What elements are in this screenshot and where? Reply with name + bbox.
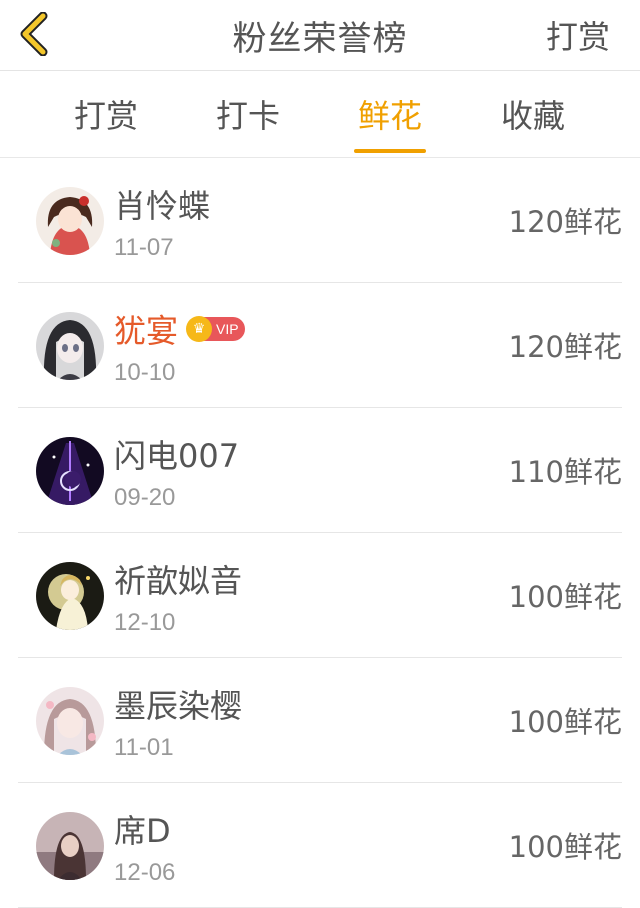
user-name[interactable]: 祈歆姒音	[114, 556, 242, 602]
date-label: 12-10	[114, 609, 176, 636]
flower-count: 100鲜花	[508, 580, 622, 614]
vip-badge: ♛ VIP	[186, 316, 245, 342]
top-bar: 粉丝荣誉榜 打赏	[0, 0, 640, 71]
list-item[interactable]: 犹宴 ♛ VIP 10-10 120鲜花	[18, 283, 622, 408]
flower-count: 100鲜花	[508, 830, 622, 864]
tab-favorites[interactable]: 收藏	[473, 71, 593, 157]
user-name[interactable]: 席D	[114, 806, 171, 852]
date-label: 10-10	[114, 359, 176, 386]
anime-girl-dark-hair-avatar[interactable]	[36, 312, 104, 380]
date-label: 11-07	[114, 234, 174, 261]
anime-light-avatar[interactable]	[36, 562, 104, 630]
tab-flowers[interactable]: 鲜花	[330, 71, 450, 157]
anime-girl-red-avatar[interactable]	[36, 187, 104, 255]
list-item[interactable]: 墨辰染樱 11-01 100鲜花	[18, 658, 622, 783]
crown-icon: ♛	[186, 316, 213, 342]
anime-girl-pink-avatar[interactable]	[36, 687, 104, 755]
list-item[interactable]: 闪电007 09-20 110鲜花	[18, 408, 622, 533]
tab-checkin[interactable]: 打卡	[188, 71, 308, 157]
date-label: 12-06	[114, 859, 176, 886]
user-name[interactable]: 闪电007	[114, 431, 239, 477]
list-item[interactable]: 祈歆姒音 12-10 100鲜花	[18, 533, 622, 658]
list-item[interactable]: 席D 12-06 100鲜花	[18, 783, 622, 908]
reward-button[interactable]: 打赏	[546, 0, 610, 70]
date-label: 09-20	[114, 484, 176, 511]
vip-label: VIP	[216, 321, 239, 337]
user-name[interactable]: 肖怜蝶	[114, 181, 210, 227]
user-name[interactable]: 犹宴	[114, 306, 178, 352]
chevron-left-icon	[20, 12, 48, 56]
flower-count: 120鲜花	[508, 205, 622, 239]
girl-photo-avatar[interactable]	[36, 812, 104, 880]
flower-count: 100鲜花	[508, 705, 622, 739]
flower-count: 110鲜花	[508, 455, 622, 489]
page-title: 粉丝荣誉榜	[232, 18, 408, 59]
back-button[interactable]	[14, 10, 54, 58]
flower-count: 120鲜花	[508, 330, 622, 364]
purple-moon-avatar[interactable]	[36, 437, 104, 505]
date-label: 11-01	[114, 734, 174, 761]
tab-reward[interactable]: 打赏	[46, 71, 166, 157]
tab-bar: 打赏 打卡 鲜花 收藏	[0, 71, 640, 158]
list-item[interactable]: 肖怜蝶 11-07 120鲜花	[18, 158, 622, 283]
user-name[interactable]: 墨辰染樱	[114, 681, 242, 727]
ranking-list: 肖怜蝶 11-07 120鲜花 犹宴 ♛ VIP 10-10 120鲜花 闪电0…	[0, 158, 640, 908]
